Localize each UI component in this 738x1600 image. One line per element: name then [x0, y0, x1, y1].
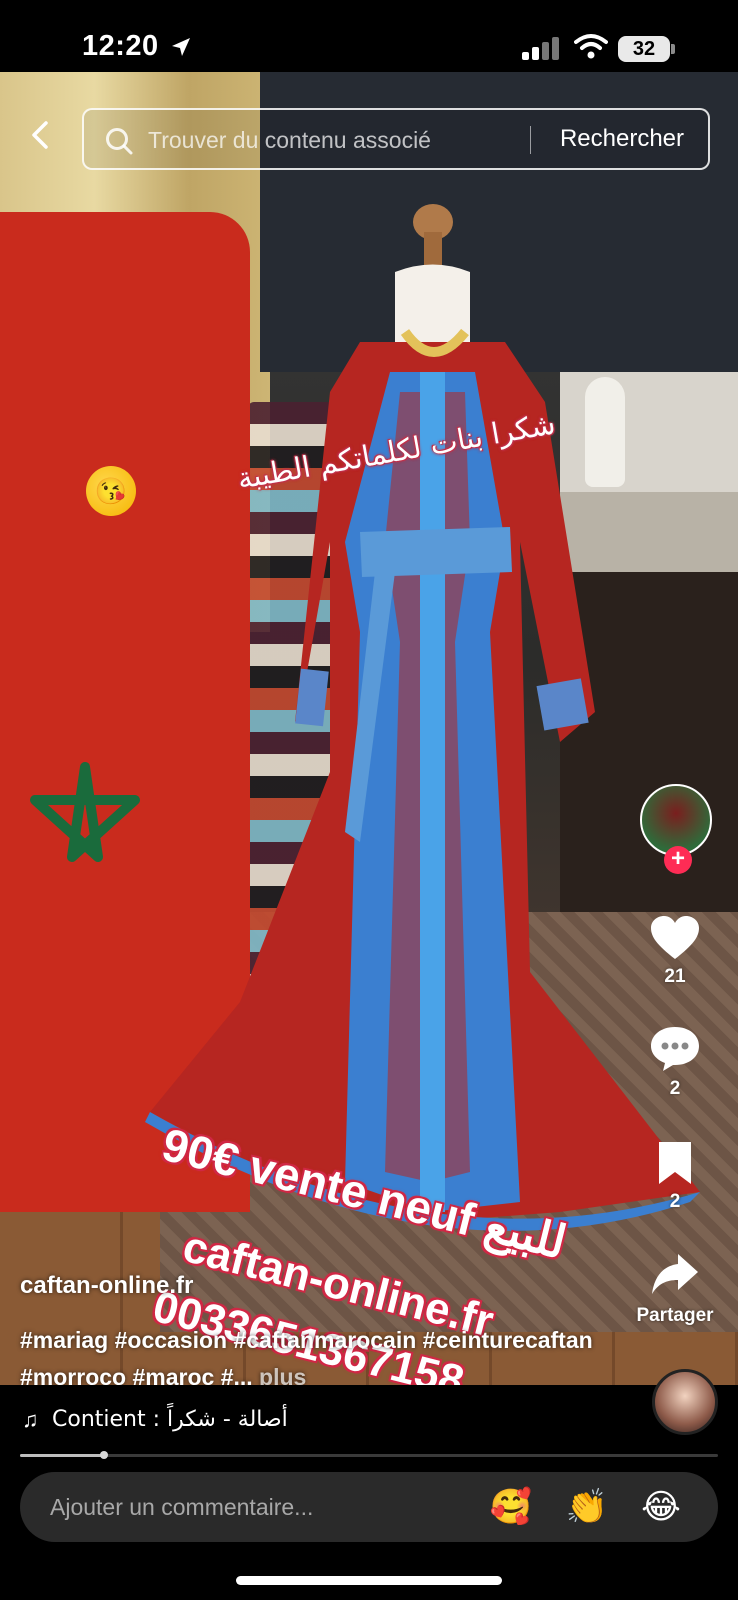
kiss-emoji-sticker: 😘 — [86, 466, 136, 516]
comment-count: 2 — [669, 1078, 681, 1099]
sound-disc-avatar[interactable] — [652, 1369, 718, 1435]
smiling-hearts-emoji-button[interactable]: 🥰 — [488, 1484, 534, 1530]
clapping-emoji-button[interactable]: 👏 — [564, 1484, 610, 1530]
laughing-emoji-button[interactable]: 😂 — [638, 1484, 684, 1530]
like-count: 21 — [664, 966, 686, 987]
cellular-signal-icon — [522, 36, 562, 60]
bookmark-count: 2 — [669, 1191, 681, 1212]
video-progress-bar[interactable] — [20, 1451, 718, 1459]
sound-title[interactable]: Contient : أصالة - شكراً — [52, 1407, 288, 1432]
bookmark-icon — [659, 1142, 691, 1184]
share-label: Partager — [636, 1305, 714, 1326]
share-button[interactable]: Partager — [630, 1252, 720, 1327]
back-chevron-icon[interactable] — [26, 120, 56, 150]
location-arrow-icon — [172, 38, 190, 56]
search-icon — [106, 128, 133, 155]
follow-plus-icon[interactable]: + — [664, 846, 692, 874]
video-player[interactable]: 😘 شكرا بنات لكلماتكم الطيبة 90€ vente ne… — [0, 72, 738, 1385]
status-time: 12:20 — [82, 30, 159, 62]
like-button[interactable]: 21 — [630, 915, 720, 988]
heart-icon — [651, 916, 699, 959]
video-progress-fill — [20, 1454, 104, 1457]
author-username[interactable]: caftan-online.fr — [20, 1272, 193, 1300]
comment-input[interactable]: Ajouter un commentaire... — [50, 1494, 313, 1521]
comment-button[interactable]: 2 — [630, 1025, 720, 1100]
comment-input-bar[interactable]: Ajouter un commentaire... 🥰 👏 😂 — [20, 1472, 718, 1542]
bookmark-button[interactable]: 2 — [630, 1140, 720, 1213]
video-progress-knob[interactable] — [99, 1451, 108, 1459]
search-button[interactable]: Rechercher — [540, 125, 704, 153]
wifi-icon — [574, 34, 608, 59]
status-bar: 12:20 32 — [0, 0, 738, 72]
search-divider — [530, 126, 531, 154]
home-indicator[interactable] — [236, 1576, 502, 1585]
search-bar[interactable]: Trouver du contenu associé Rechercher — [82, 108, 710, 170]
search-input[interactable]: Trouver du contenu associé — [148, 127, 431, 154]
battery-tip — [671, 44, 675, 54]
battery-indicator: 32 — [618, 36, 670, 62]
comment-bubble-icon — [651, 1027, 699, 1071]
sound-row[interactable]: ♫ Contient : أصالة - شكراً — [0, 1369, 738, 1455]
music-note-icon: ♫ — [22, 1407, 39, 1432]
hashtag-text[interactable]: #mariag #occasion #caftanmarocain #ceint… — [20, 1327, 593, 1390]
share-arrow-icon — [652, 1254, 698, 1294]
